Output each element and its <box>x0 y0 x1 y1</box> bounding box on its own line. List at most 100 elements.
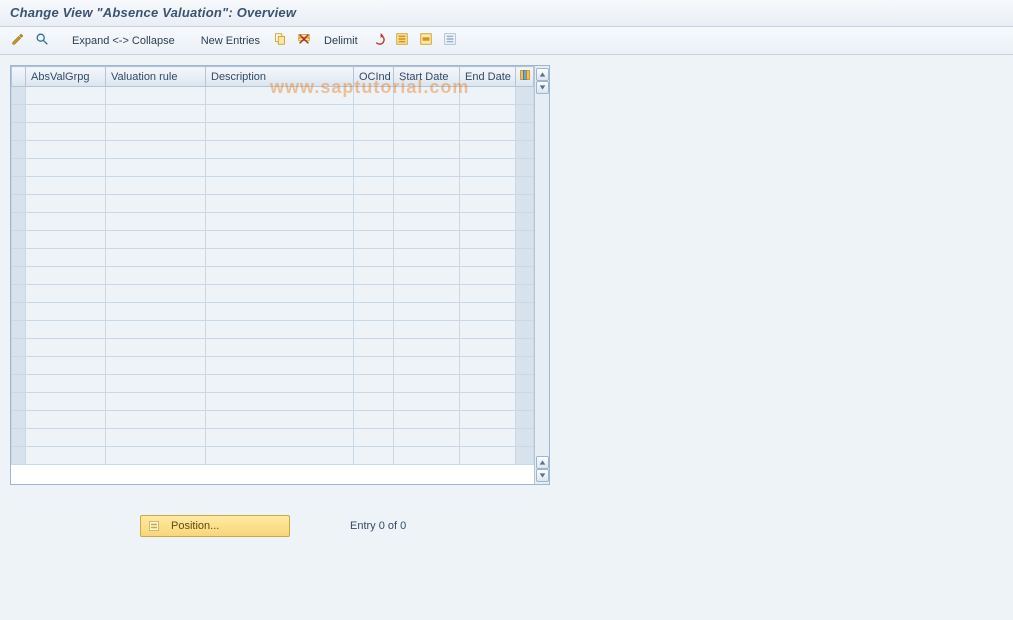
absence-valuation-table[interactable]: AbsValGrpg Valuation rule Description OC… <box>11 66 534 465</box>
table-row[interactable] <box>12 213 534 231</box>
cell-end_date[interactable] <box>460 285 516 303</box>
cell-absvalgrpg[interactable] <box>26 159 106 177</box>
cell-valuation_rule[interactable] <box>106 105 206 123</box>
row-selector[interactable] <box>12 123 26 141</box>
cell-ocind[interactable] <box>354 141 394 159</box>
cell-description[interactable] <box>206 195 354 213</box>
cell-valuation_rule[interactable] <box>106 285 206 303</box>
selection-button[interactable] <box>32 31 52 51</box>
cell-valuation_rule[interactable] <box>106 87 206 105</box>
cell-end_date[interactable] <box>460 375 516 393</box>
cell-absvalgrpg[interactable] <box>26 321 106 339</box>
cell-absvalgrpg[interactable] <box>26 429 106 447</box>
cell-description[interactable] <box>206 105 354 123</box>
table-row[interactable] <box>12 87 534 105</box>
cell-ocind[interactable] <box>354 105 394 123</box>
cell-description[interactable] <box>206 411 354 429</box>
table-row[interactable] <box>12 231 534 249</box>
table-row[interactable] <box>12 249 534 267</box>
cell-start_date[interactable] <box>394 357 460 375</box>
col-absvalgrpg[interactable]: AbsValGrpg <box>26 67 106 87</box>
table-row[interactable] <box>12 339 534 357</box>
col-ocind[interactable]: OCInd <box>354 67 394 87</box>
cell-ocind[interactable] <box>354 357 394 375</box>
cell-description[interactable] <box>206 429 354 447</box>
cell-ocind[interactable] <box>354 321 394 339</box>
cell-end_date[interactable] <box>460 393 516 411</box>
cell-start_date[interactable] <box>394 321 460 339</box>
cell-ocind[interactable] <box>354 159 394 177</box>
cell-ocind[interactable] <box>354 375 394 393</box>
cell-start_date[interactable] <box>394 159 460 177</box>
cell-end_date[interactable] <box>460 177 516 195</box>
cell-end_date[interactable] <box>460 105 516 123</box>
cell-end_date[interactable] <box>460 159 516 177</box>
cell-absvalgrpg[interactable] <box>26 339 106 357</box>
table-row[interactable] <box>12 105 534 123</box>
row-selector[interactable] <box>12 321 26 339</box>
cell-start_date[interactable] <box>394 177 460 195</box>
row-selector[interactable] <box>12 249 26 267</box>
cell-valuation_rule[interactable] <box>106 141 206 159</box>
scroll-down-button-2[interactable] <box>536 456 549 469</box>
scroll-up-button[interactable] <box>536 68 549 81</box>
table-row[interactable] <box>12 429 534 447</box>
cell-ocind[interactable] <box>354 231 394 249</box>
cell-description[interactable] <box>206 339 354 357</box>
cell-description[interactable] <box>206 303 354 321</box>
cell-description[interactable] <box>206 447 354 465</box>
row-selector[interactable] <box>12 213 26 231</box>
cell-description[interactable] <box>206 231 354 249</box>
cell-absvalgrpg[interactable] <box>26 249 106 267</box>
cell-absvalgrpg[interactable] <box>26 303 106 321</box>
cell-description[interactable] <box>206 123 354 141</box>
col-description[interactable]: Description <box>206 67 354 87</box>
cell-description[interactable] <box>206 249 354 267</box>
cell-description[interactable] <box>206 375 354 393</box>
cell-ocind[interactable] <box>354 267 394 285</box>
row-selector-header[interactable] <box>12 67 26 87</box>
cell-ocind[interactable] <box>354 213 394 231</box>
cell-end_date[interactable] <box>460 141 516 159</box>
table-row[interactable] <box>12 303 534 321</box>
table-settings-header[interactable] <box>516 67 534 87</box>
row-selector[interactable] <box>12 105 26 123</box>
cell-valuation_rule[interactable] <box>106 195 206 213</box>
cell-ocind[interactable] <box>354 195 394 213</box>
cell-end_date[interactable] <box>460 195 516 213</box>
cell-absvalgrpg[interactable] <box>26 393 106 411</box>
scroll-up-button-2[interactable] <box>536 81 549 94</box>
cell-end_date[interactable] <box>460 429 516 447</box>
cell-ocind[interactable] <box>354 429 394 447</box>
cell-ocind[interactable] <box>354 249 394 267</box>
cell-absvalgrpg[interactable] <box>26 105 106 123</box>
cell-description[interactable] <box>206 141 354 159</box>
cell-end_date[interactable] <box>460 303 516 321</box>
table-row[interactable] <box>12 411 534 429</box>
scroll-down-button[interactable] <box>536 469 549 482</box>
cell-ocind[interactable] <box>354 411 394 429</box>
cell-absvalgrpg[interactable] <box>26 213 106 231</box>
cell-ocind[interactable] <box>354 123 394 141</box>
cell-valuation_rule[interactable] <box>106 249 206 267</box>
cell-ocind[interactable] <box>354 87 394 105</box>
cell-end_date[interactable] <box>460 357 516 375</box>
cell-description[interactable] <box>206 177 354 195</box>
cell-valuation_rule[interactable] <box>106 393 206 411</box>
cell-description[interactable] <box>206 159 354 177</box>
row-selector[interactable] <box>12 195 26 213</box>
cell-start_date[interactable] <box>394 87 460 105</box>
deselect-all-button[interactable] <box>440 31 460 51</box>
cell-ocind[interactable] <box>354 447 394 465</box>
cell-start_date[interactable] <box>394 447 460 465</box>
row-selector[interactable] <box>12 141 26 159</box>
cell-end_date[interactable] <box>460 411 516 429</box>
table-row[interactable] <box>12 159 534 177</box>
cell-valuation_rule[interactable] <box>106 447 206 465</box>
row-selector[interactable] <box>12 267 26 285</box>
position-button[interactable]: Position... <box>140 515 290 537</box>
cell-start_date[interactable] <box>394 375 460 393</box>
cell-description[interactable] <box>206 357 354 375</box>
cell-absvalgrpg[interactable] <box>26 231 106 249</box>
cell-absvalgrpg[interactable] <box>26 411 106 429</box>
